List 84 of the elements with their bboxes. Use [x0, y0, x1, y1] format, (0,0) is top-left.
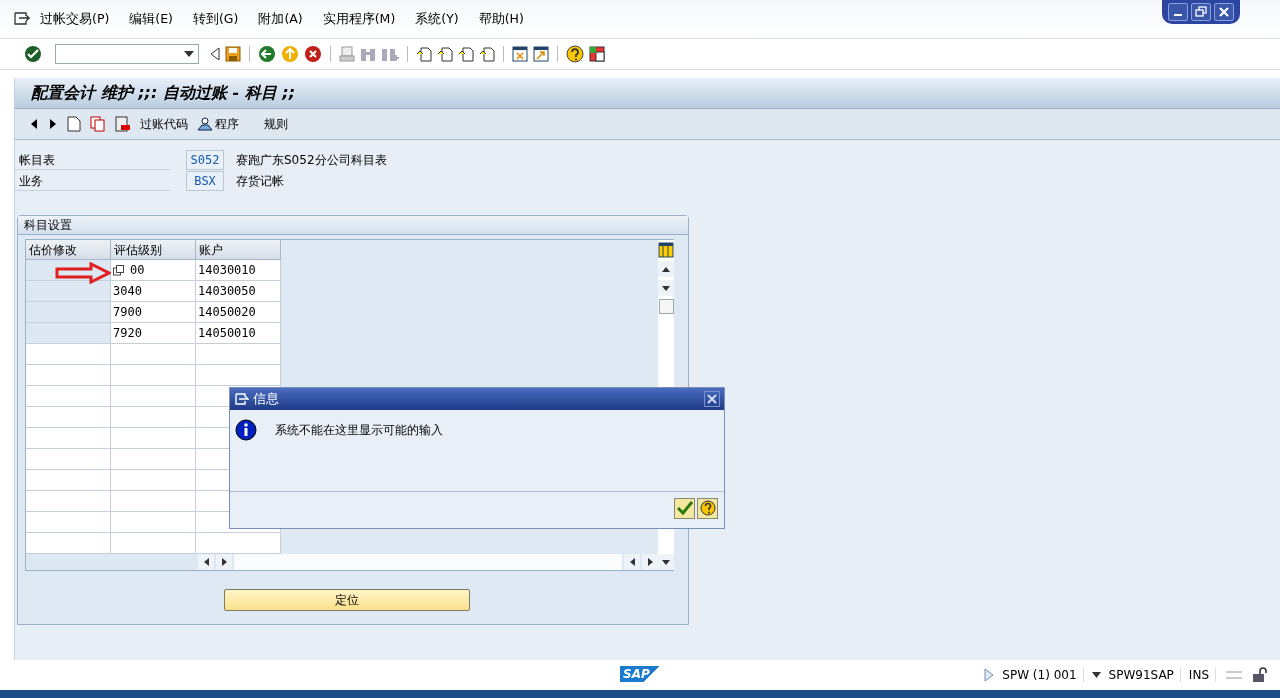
arrow-annotation	[55, 262, 111, 284]
page-arrow-icon[interactable]	[458, 46, 474, 62]
command-field[interactable]	[55, 44, 199, 64]
connection-icon	[1224, 669, 1244, 681]
binoculars-icon	[360, 46, 376, 62]
lock-icon[interactable]	[1252, 667, 1268, 683]
group-title: 科目设置	[18, 216, 688, 235]
field-description: 存货记帐	[236, 172, 284, 190]
column-header[interactable]: 账户	[196, 240, 281, 260]
toolbar-button[interactable]: 程序	[197, 115, 239, 133]
table-cell: 14030050	[196, 281, 281, 302]
input-field[interactable]: S052	[186, 150, 224, 170]
input-mode: INS	[1188, 668, 1216, 682]
page-arrow-icon[interactable]	[416, 46, 432, 62]
menu-icon[interactable]	[14, 12, 30, 26]
table-cell: 3040	[111, 281, 196, 302]
expand-icon[interactable]	[984, 668, 995, 682]
toolbar-button[interactable]: 过账代码	[140, 115, 188, 133]
dialog-menu-icon[interactable]	[235, 393, 249, 405]
dialog-title: 信息	[253, 390, 279, 408]
delete-icon[interactable]	[115, 116, 131, 132]
copy-icon[interactable]	[113, 264, 124, 276]
screen-title: 配置会计 维护 ;;: 自动过账 - 科目 ;;	[15, 78, 1280, 109]
page-arrow-icon[interactable]	[479, 46, 495, 62]
previous-icon[interactable]	[29, 118, 39, 130]
server-name: SPW91SAP	[1108, 668, 1181, 682]
binoculars-plus-icon	[381, 46, 399, 62]
check-icon[interactable]	[24, 45, 42, 63]
sap-logo: SAP	[620, 666, 660, 682]
print-icon	[339, 46, 355, 62]
table-cell: 00	[111, 260, 196, 281]
scroll-down-icon[interactable]	[658, 280, 674, 296]
field-description: 赛跑广东S052分公司科目表	[236, 151, 387, 169]
minimize-icon[interactable]	[1168, 3, 1188, 21]
message-text: 系统不能在这里显示可能的输入	[275, 421, 443, 439]
menu-item[interactable]: 附加(A)	[258, 10, 303, 28]
scroll-right-icon[interactable]	[642, 554, 658, 570]
next-icon[interactable]	[48, 118, 58, 130]
scroll-right-icon[interactable]	[216, 554, 232, 570]
new-document-icon[interactable]	[67, 116, 81, 132]
menu-item[interactable]: 帮助(H)	[478, 10, 524, 28]
copy-icon[interactable]	[90, 116, 106, 132]
input-field[interactable]: BSX	[186, 171, 224, 191]
close-icon[interactable]	[1214, 3, 1234, 21]
triangle-left-icon[interactable]	[210, 47, 220, 61]
dropdown-icon[interactable]	[1091, 672, 1101, 678]
column-header[interactable]: 估价修改	[26, 240, 111, 260]
table-cell: 14030010	[196, 260, 281, 281]
menu-item[interactable]: 编辑(E)	[129, 10, 173, 28]
menu-item[interactable]: 转到(G)	[192, 10, 239, 28]
maximize-icon[interactable]	[1191, 3, 1211, 21]
help-button[interactable]	[697, 497, 718, 519]
layout-icon[interactable]	[512, 46, 528, 62]
person-icon	[197, 117, 213, 131]
scrollbar[interactable]	[234, 554, 622, 570]
column-settings-icon[interactable]	[658, 242, 674, 258]
scroll-down-icon[interactable]	[658, 554, 674, 570]
table-cell: 14050010	[196, 323, 281, 344]
info-icon	[235, 419, 257, 441]
toolbar-button[interactable]: 规则	[264, 115, 288, 133]
close-icon[interactable]	[704, 391, 720, 407]
table-cell: 14050020	[196, 302, 281, 323]
column-header[interactable]: 评估级别	[111, 240, 196, 260]
save-icon[interactable]	[225, 46, 241, 62]
system-info[interactable]: SPW (1) 001	[1002, 668, 1084, 682]
scroll-left-icon[interactable]	[624, 554, 640, 570]
table-cell: 7900	[111, 302, 196, 323]
screen-icon[interactable]	[589, 46, 605, 62]
scroll-left-icon[interactable]	[198, 554, 214, 570]
page-arrow-icon[interactable]	[437, 46, 453, 62]
confirm-button[interactable]	[674, 497, 695, 519]
table-cell: 7920	[111, 323, 196, 344]
menu-item[interactable]: 系统(Y)	[415, 10, 459, 28]
back-icon[interactable]	[258, 45, 276, 63]
help-icon[interactable]	[566, 45, 584, 63]
scroll-up-icon[interactable]	[658, 261, 674, 277]
locate-button[interactable]: 定位	[224, 589, 470, 611]
caret-icon[interactable]	[184, 51, 194, 57]
field-label: 帐目表	[15, 150, 170, 170]
cancel-icon[interactable]	[304, 45, 322, 63]
menu-item[interactable]: 实用程序(M)	[322, 10, 396, 28]
scroll-thumb[interactable]	[658, 299, 674, 314]
field-label: 业务	[15, 171, 170, 191]
menu-item[interactable]: 过帐交易(P)	[40, 10, 110, 28]
